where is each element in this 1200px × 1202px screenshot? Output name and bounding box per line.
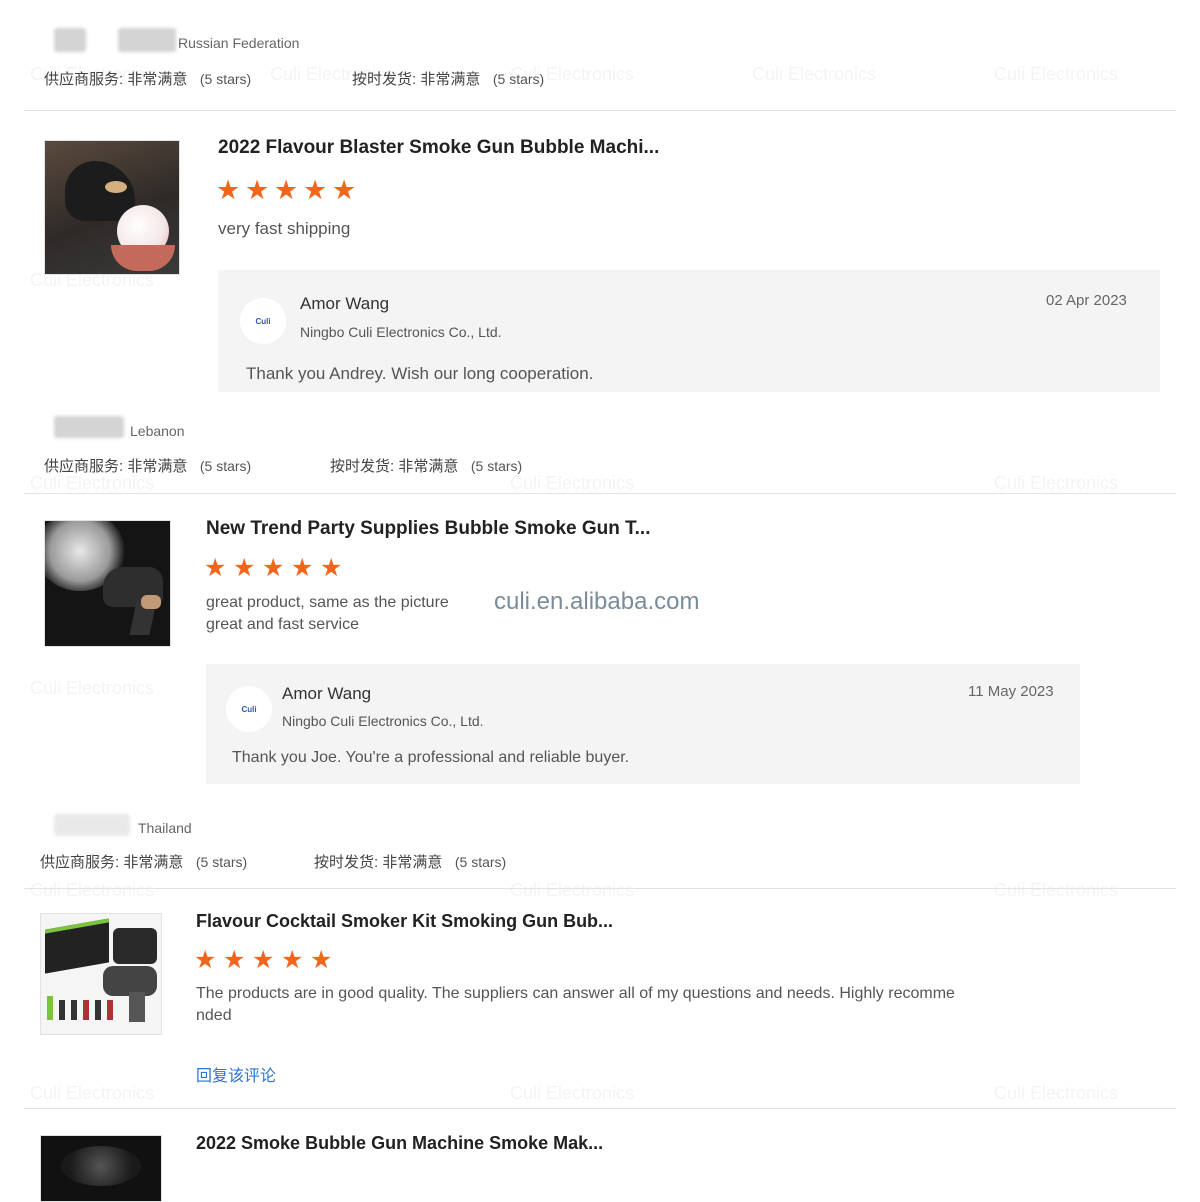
reply-author: Amor Wang [300,294,390,313]
star-icon: ★ [274,175,299,205]
company-logo: Culi [240,298,286,344]
seller-reply: Culi Amor Wang Ningbo Culi Electronics C… [206,664,1080,784]
supplier-service-rating: 供应商服务: 非常满意 (5 stars) [40,854,248,871]
divider [24,110,1176,111]
divider [24,493,1176,494]
buyer-country: Thailand [138,820,192,836]
blurred-buyer-name [118,28,176,52]
brand-watermark: Culi Electronics [510,880,634,901]
star-icon: ★ [320,554,343,582]
product-thumbnail[interactable] [40,1135,162,1202]
star-icon: ★ [310,946,333,974]
review-text: nded [196,1007,232,1024]
star-icon: ★ [281,946,304,974]
blurred-avatar [54,28,86,52]
star-icon: ★ [291,554,314,582]
product-thumbnail[interactable] [40,913,162,1035]
buyer-country: Russian Federation [178,35,300,51]
seller-reply: Culi Amor Wang Ningbo Culi Electronics C… [218,270,1160,392]
reply-message: Thank you Joe. You're a professional and… [232,749,630,766]
rating-stars: ★ ★ ★ ★ ★ [216,177,361,204]
star-icon: ★ [194,946,217,974]
brand-watermark: Culi Electronics [510,473,634,494]
rating-stars: ★ ★ ★ ★ ★ [204,556,349,581]
brand-watermark: Culi Electronics [30,880,154,901]
reply-date: 11 May 2023 [968,683,1054,700]
buyer-country: Lebanon [130,423,185,439]
brand-watermark: Culi Electronics [30,1083,154,1104]
reply-company: Ningbo Culi Electronics Co., Ltd. [282,713,484,729]
divider [24,888,1176,889]
on-time-shipping-rating: 按时发货: 非常满意 (5 stars) [352,71,545,88]
brand-watermark: Culi Electronics [994,473,1118,494]
brand-watermark: Culi Electronics [510,1083,634,1104]
brand-watermark: Culi Electronics [994,64,1118,85]
reply-company: Ningbo Culi Electronics Co., Ltd. [300,324,502,340]
product-title[interactable]: New Trend Party Supplies Bubble Smoke Gu… [206,518,650,540]
reply-message: Thank you Andrey. Wish our long cooperat… [246,364,594,383]
blurred-buyer-name [54,416,124,438]
brand-watermark: Culi Electronics [752,64,876,85]
rating-stars: ★ ★ ★ ★ ★ [194,948,339,973]
company-logo: Culi [226,686,272,732]
supplier-service-rating: 供应商服务: 非常满意 (5 stars) [44,71,252,88]
star-icon: ★ [252,946,275,974]
divider [24,1108,1176,1109]
brand-watermark: Culi Electronics [30,473,154,494]
star-icon: ★ [216,175,241,205]
review-text: great and fast service [206,616,359,633]
star-icon: ★ [245,175,270,205]
star-icon: ★ [332,175,357,205]
product-thumbnail[interactable] [44,520,171,647]
brand-watermark: Culi Electronics [994,1083,1118,1104]
star-icon: ★ [223,946,246,974]
supplier-service-rating: 供应商服务: 非常满意 (5 stars) [44,458,252,475]
brand-watermark: Culi Electronics [994,880,1118,901]
review-text: The products are in good quality. The su… [196,985,955,1002]
reply-author: Amor Wang [282,684,372,703]
brand-watermark: Culi Electronics [30,678,154,699]
review-text: great product, same as the picture [206,594,449,611]
star-icon: ★ [204,554,227,582]
reply-to-review-link[interactable]: 回复该评论 [196,1062,276,1086]
product-title[interactable]: 2022 Flavour Blaster Smoke Gun Bubble Ma… [218,137,659,159]
site-watermark: culi.en.alibaba.com [494,588,700,615]
on-time-shipping-rating: 按时发货: 非常满意 (5 stars) [330,458,523,475]
product-title[interactable]: 2022 Smoke Bubble Gun Machine Smoke Mak.… [196,1133,603,1154]
blurred-buyer-name [54,814,130,836]
product-title[interactable]: Flavour Cocktail Smoker Kit Smoking Gun … [196,911,613,932]
reply-date: 02 Apr 2023 [1046,292,1127,309]
review-text: very fast shipping [218,219,351,238]
star-icon: ★ [303,175,328,205]
on-time-shipping-rating: 按时发货: 非常满意 (5 stars) [314,854,507,871]
product-thumbnail[interactable] [44,140,180,275]
star-icon: ★ [233,554,256,582]
star-icon: ★ [262,554,285,582]
